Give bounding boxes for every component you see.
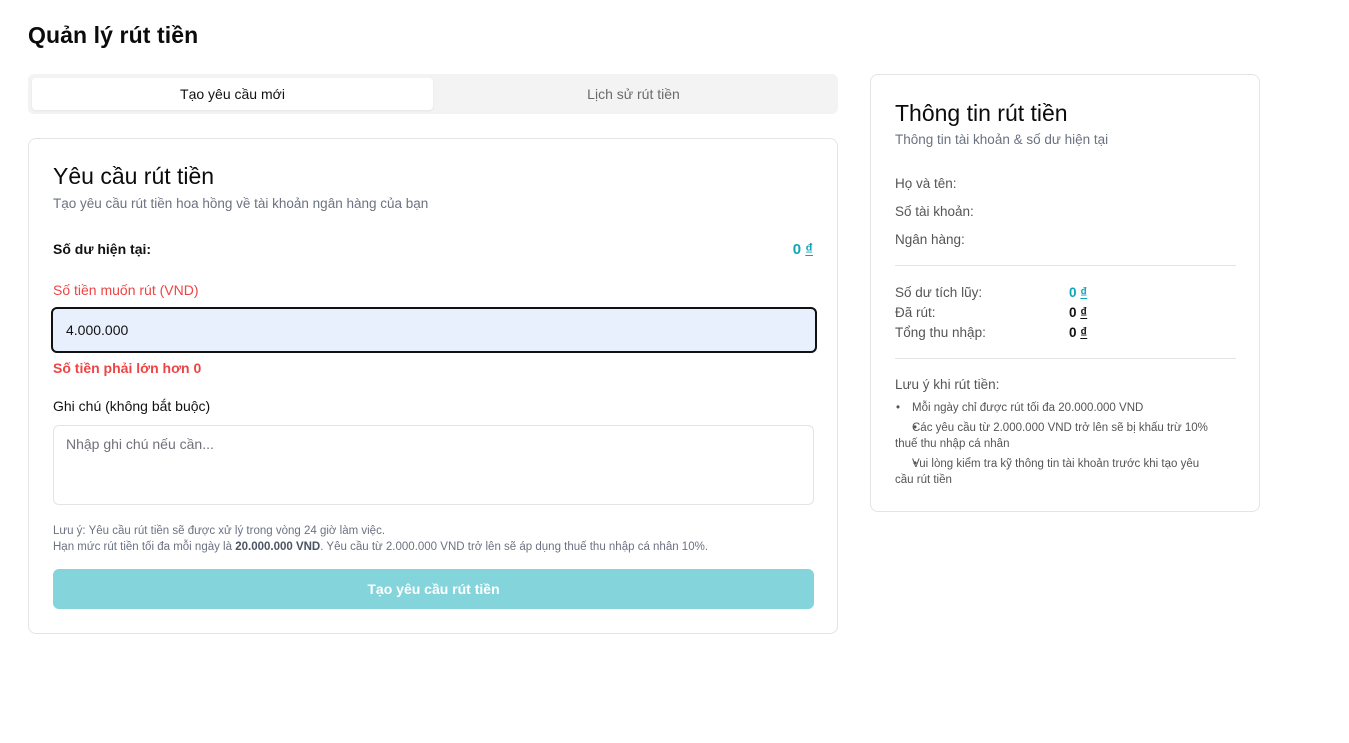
hint-line-2: Hạn mức rút tiền tối đa mỗi ngày là 20.0…: [53, 539, 708, 555]
list-item: Mỗi ngày chỉ được rút tối đa 20.000.000 …: [895, 400, 1215, 416]
amount-error-message: Số tiền phải lớn hơn 0: [53, 360, 202, 376]
bank-label: Ngân hàng:: [895, 232, 965, 247]
currency-symbol: ₫: [1080, 285, 1088, 300]
current-balance-value: 0 ₫: [793, 241, 813, 258]
currency-symbol: ₫: [1080, 305, 1088, 320]
divider: [895, 265, 1236, 266]
withdraw-notes-list: Mỗi ngày chỉ được rút tối đa 20.000.000 …: [895, 400, 1215, 492]
amount-input[interactable]: [51, 307, 817, 353]
note-input[interactable]: [53, 425, 814, 505]
accumulated-balance-label: Số dư tích lũy:: [895, 285, 983, 300]
submit-withdraw-button[interactable]: Tạo yêu cầu rút tiền: [53, 569, 814, 609]
info-title: Thông tin rút tiền: [895, 100, 1068, 126]
current-balance-amount: 0: [792, 241, 802, 258]
list-item: Các yêu cầu từ 2.000.000 VND trở lên sẽ …: [895, 420, 1215, 452]
form-title: Yêu cầu rút tiền: [53, 163, 215, 189]
total-income-value: 0 ₫: [1069, 325, 1087, 340]
amount-label: Số tiền muốn rút (VND): [53, 282, 199, 298]
withdrawn-label: Đã rút:: [895, 305, 936, 320]
withdraw-hint: Lưu ý: Yêu cầu rút tiền sẽ được xử lý tr…: [53, 523, 708, 555]
total-income-label: Tổng thu nhập:: [895, 325, 986, 340]
withdraw-request-card: Yêu cầu rút tiền Tạo yêu cầu rút tiền ho…: [28, 138, 838, 634]
currency-symbol: ₫: [1080, 325, 1088, 340]
hint-line-2-suffix: . Yêu cầu từ 2.000.000 VND trở lên sẽ áp…: [320, 541, 709, 553]
withdraw-info-card: Thông tin rút tiền Thông tin tài khoản &…: [870, 74, 1260, 512]
accumulated-balance-value: 0 ₫: [1069, 285, 1087, 300]
withdrawn-value: 0 ₫: [1069, 305, 1087, 320]
form-subtitle: Tạo yêu cầu rút tiền hoa hồng về tài kho…: [53, 196, 429, 211]
withdraw-notes-title: Lưu ý khi rút tiền:: [895, 377, 1000, 392]
divider: [895, 358, 1236, 359]
current-balance-label: Số dư hiện tại:: [53, 241, 152, 257]
withdrawn-amount: 0: [1069, 305, 1077, 320]
tab-new-request[interactable]: Tạo yêu cầu mới: [32, 78, 433, 110]
currency-symbol: ₫: [805, 241, 813, 258]
tab-withdraw-history[interactable]: Lịch sử rút tiền: [433, 78, 834, 110]
total-income-amount: 0: [1069, 325, 1077, 340]
list-item: Vui lòng kiểm tra kỹ thông tin tài khoản…: [895, 456, 1215, 488]
note-label: Ghi chú (không bắt buộc): [53, 398, 211, 414]
hint-limit-amount: 20.000.000 VND: [235, 541, 321, 553]
accumulated-balance-amount: 0: [1069, 285, 1077, 300]
page-title: Quản lý rút tiền: [28, 22, 199, 48]
tab-list: Tạo yêu cầu mới Lịch sử rút tiền: [28, 74, 838, 114]
full-name-label: Họ và tên:: [895, 176, 957, 191]
hint-line-1: Lưu ý: Yêu cầu rút tiền sẽ được xử lý tr…: [53, 525, 386, 537]
info-subtitle: Thông tin tài khoản & số dư hiện tại: [895, 132, 1109, 147]
hint-line-2-prefix: Hạn mức rút tiền tối đa mỗi ngày là: [53, 541, 236, 553]
account-number-label: Số tài khoản:: [895, 204, 974, 219]
